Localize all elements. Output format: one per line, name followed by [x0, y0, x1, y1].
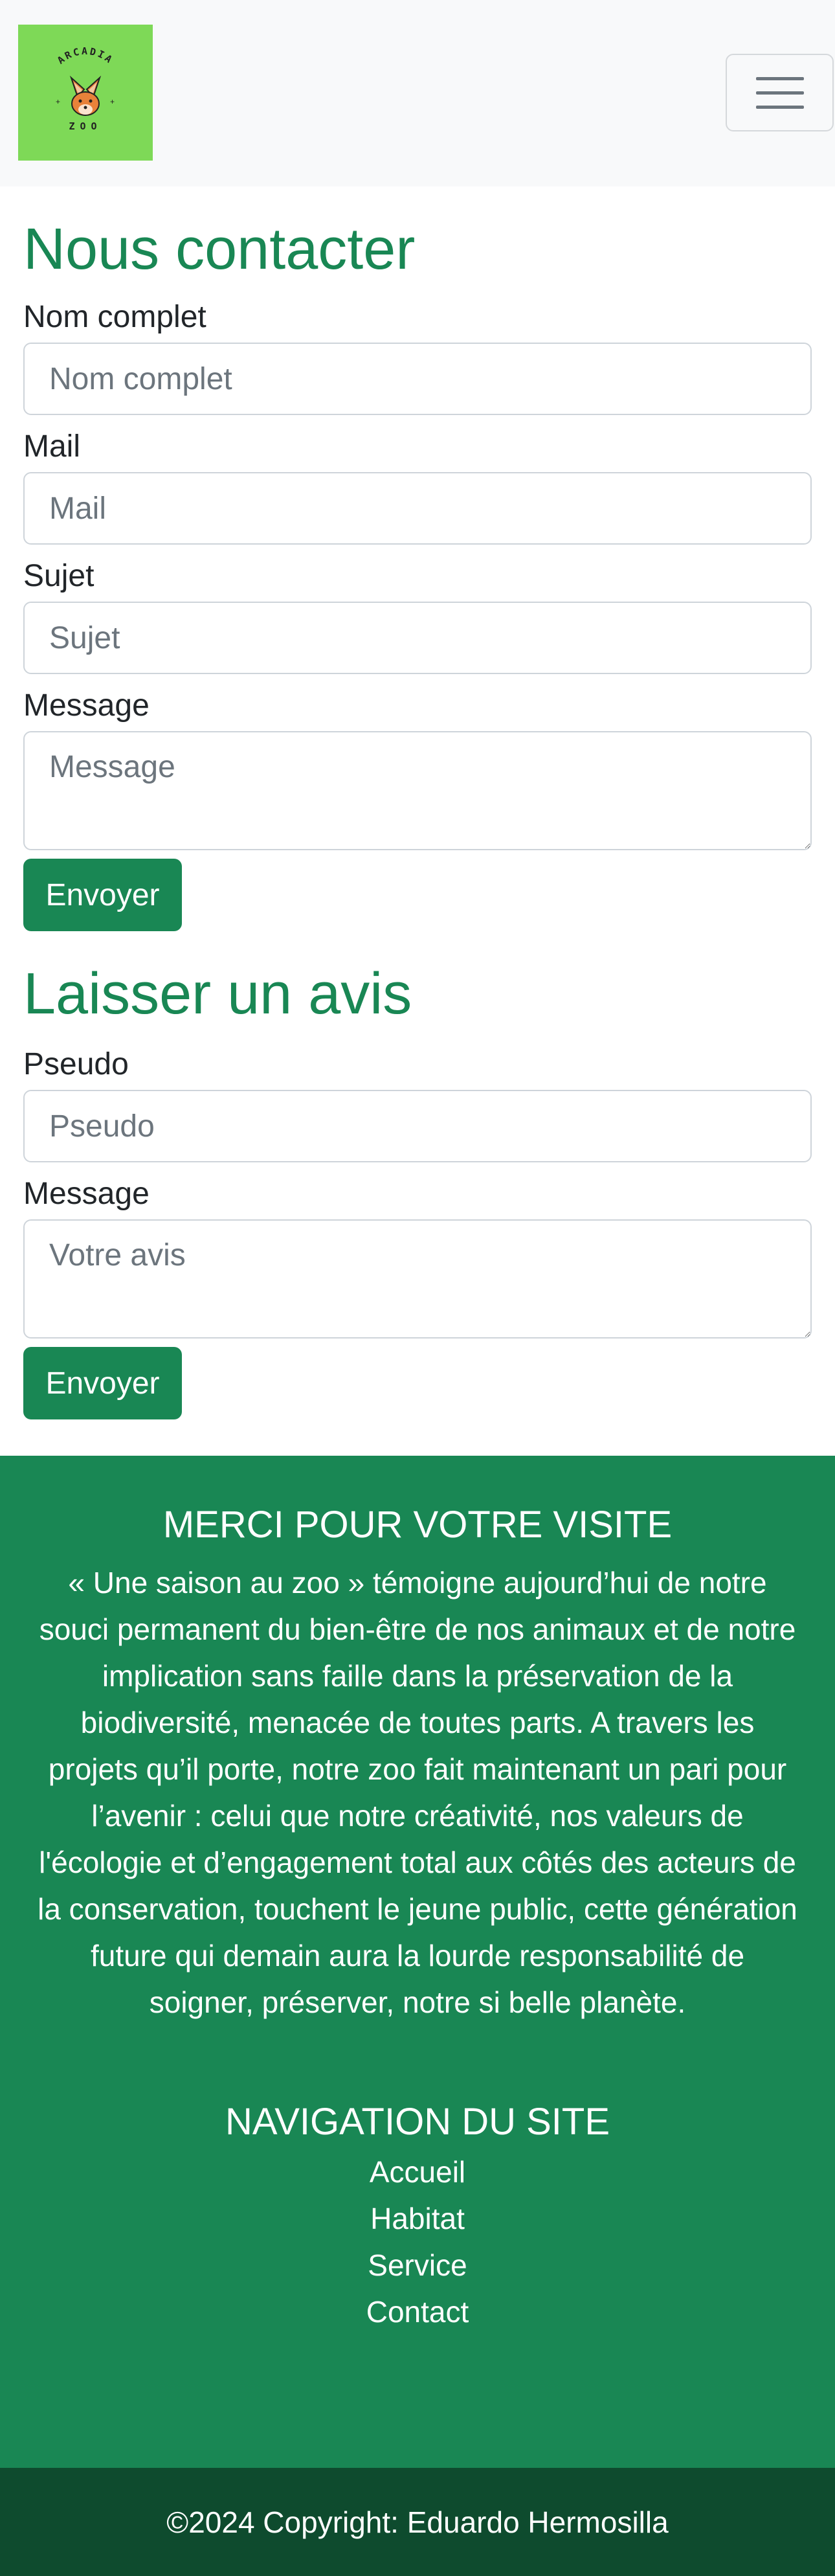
- review-submit-button[interactable]: Envoyer: [23, 1347, 182, 1419]
- review-message-label: Message: [23, 1177, 150, 1211]
- subject-input[interactable]: [23, 602, 812, 674]
- footer-nav-list: Accueil Habitat Service Contact: [0, 2149, 835, 2335]
- footer-link-habitat[interactable]: Habitat: [370, 2202, 465, 2235]
- thanks-paragraph: « Une saison au zoo » témoigne aujourd’h…: [38, 1566, 797, 2019]
- name-input[interactable]: [23, 343, 812, 415]
- message-textarea[interactable]: [23, 731, 812, 850]
- email-label: Mail: [23, 429, 81, 464]
- menu-toggle-button[interactable]: [726, 54, 834, 131]
- footer-nav-item: Habitat: [0, 2195, 835, 2242]
- footer-nav-item: Accueil: [0, 2149, 835, 2195]
- pseudo-input[interactable]: [23, 1090, 812, 1162]
- arcadia-zoo-logo[interactable]: ARCADIA ZOO + +: [18, 25, 153, 161]
- contact-form: Nom complet Mail Sujet Message Envoyer: [23, 302, 812, 931]
- hamburger-icon: [755, 76, 804, 80]
- name-label: Nom complet: [23, 300, 206, 334]
- contact-section: Nous contacter Nom complet Mail Sujet Me…: [23, 186, 812, 931]
- footer-link-contact[interactable]: Contact: [366, 2295, 469, 2329]
- footer-link-accueil[interactable]: Accueil: [370, 2155, 465, 2189]
- email-input[interactable]: [23, 472, 812, 545]
- review-form: Pseudo Message Envoyer: [23, 1049, 812, 1419]
- fox-logo-icon: ARCADIA ZOO + +: [18, 25, 153, 161]
- copyright-bar: ©2024 Copyright: Eduardo Hermosilla: [0, 2468, 835, 2576]
- footer-nav-item: Contact: [0, 2288, 835, 2335]
- navbar: ARCADIA ZOO + +: [0, 0, 835, 186]
- copyright-text: ©2024 Copyright: Eduardo Hermosilla: [166, 2505, 669, 2539]
- contact-submit-button[interactable]: Envoyer: [23, 859, 182, 931]
- main-content: Nous contacter Nom complet Mail Sujet Me…: [0, 186, 835, 1419]
- site-footer: MERCI POUR VOTRE VISITE « Une saison au …: [0, 1456, 835, 2468]
- svg-text:+: +: [56, 97, 60, 106]
- thanks-heading: MERCI POUR VOTRE VISITE: [162, 1504, 673, 1546]
- site-nav-heading: NAVIGATION DU SITE: [225, 2101, 610, 2143]
- subject-label: Sujet: [23, 559, 95, 593]
- pseudo-label: Pseudo: [23, 1047, 129, 1081]
- review-section: Laisser un avis Pseudo Message Envoyer: [23, 965, 812, 1419]
- footer-link-service[interactable]: Service: [368, 2248, 467, 2282]
- footer-nav-item: Service: [0, 2242, 835, 2288]
- message-label: Message: [23, 688, 150, 723]
- contact-title: Nous contacter: [23, 217, 416, 282]
- svg-text:+: +: [110, 97, 115, 106]
- review-title: Laisser un avis: [23, 962, 412, 1026]
- review-textarea[interactable]: [23, 1219, 812, 1339]
- logo-bottom-text: ZOO: [69, 120, 102, 132]
